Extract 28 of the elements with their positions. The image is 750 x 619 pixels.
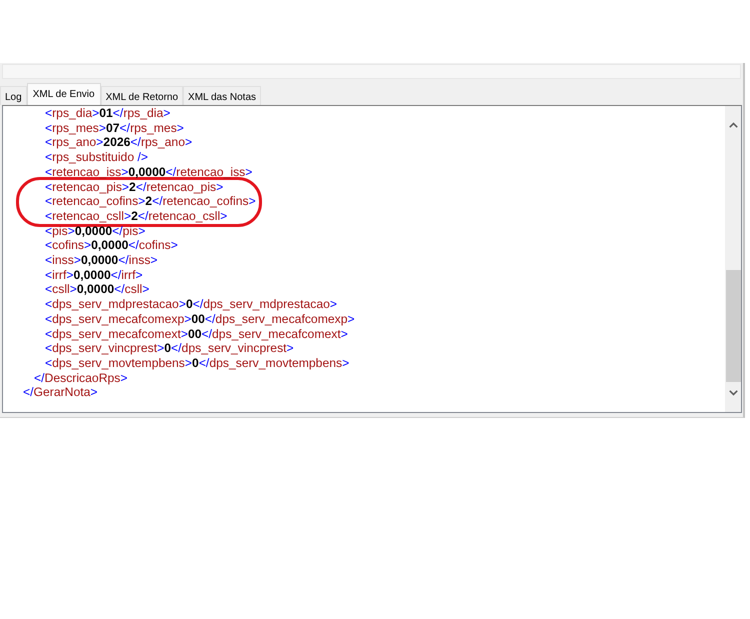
- xml-line: <dps_serv_movtempbens>0</dps_serv_movtempbens>: [45, 356, 350, 371]
- xml-line: <rps_substituido />: [45, 150, 148, 165]
- xml-line: <cofins>0,0000</cofins>: [45, 238, 178, 254]
- xml-line: <retencao_cofins>2</retencao_cofins>: [45, 194, 256, 209]
- xml-line: <dps_serv_mdprestacao>0</dps_serv_mdprestacao>: [45, 297, 338, 312]
- xml-line: <retencao_pis>2</retencao_pis>: [45, 180, 224, 194]
- xml-line: <dps_serv_mecafcomext>00</dps_serv_mecafcomext>: [45, 326, 348, 342]
- xml-line: <inss>0,0000</inss>: [45, 253, 158, 268]
- xml-line: <rps_mes>07</rps_mes>: [45, 120, 184, 136]
- xml-line: <pis>0,0000</pis>: [45, 224, 146, 238]
- xml-line: </GerarNota>: [23, 385, 98, 400]
- xml-line: <retencao_iss>0,0000</retencao_iss>: [45, 164, 252, 180]
- xml-line: <retencao_csll>2</retencao_csll>: [45, 208, 228, 224]
- chevron-up-icon: [728, 122, 738, 128]
- xml-line: <rps_dia>01</rps_dia>: [45, 106, 170, 121]
- chevron-down-icon: [728, 390, 738, 396]
- xml-line: </DescricaoRps>: [34, 370, 128, 386]
- scrollbar-thumb[interactable]: [726, 270, 740, 382]
- xml-line: <rps_ano>2026</rps_ano>: [45, 135, 192, 150]
- tab[interactable]: XML de Envio: [26, 83, 101, 105]
- tab[interactable]: Log: [0, 86, 27, 105]
- tab[interactable]: XML de Retorno: [100, 86, 184, 105]
- xml-line: <dps_serv_mecafcomexp>00</dps_serv_mecafcomexp>: [45, 312, 355, 327]
- tab[interactable]: XML das Notas: [183, 86, 262, 105]
- xml-line: <dps_serv_vincprest>0</dps_serv_vincprest>: [45, 341, 294, 356]
- scrollbar[interactable]: [725, 106, 741, 412]
- xml-line: <csll>0,0000</csll>: [45, 282, 150, 298]
- xml-line: <irrf>0,0000</irrf>: [45, 268, 143, 282]
